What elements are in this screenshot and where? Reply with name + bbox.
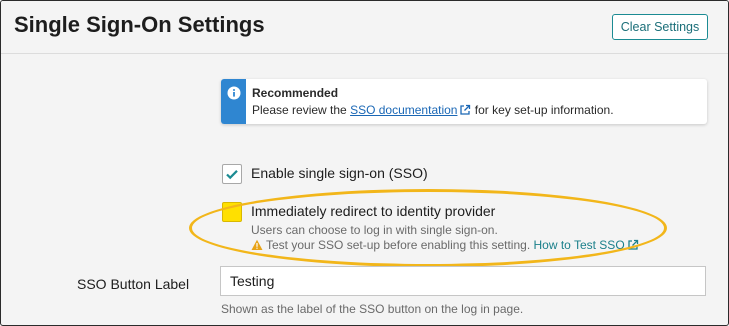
notice-accent-bar <box>221 79 246 124</box>
sso-button-label-input[interactable] <box>220 266 706 296</box>
page-title: Single Sign-On Settings <box>14 12 265 37</box>
recommended-notice: Recommended Please review the SSO docume… <box>221 79 707 124</box>
page-header: Single Sign-On Settings Clear Settings <box>1 1 728 54</box>
checkmark-icon <box>226 170 238 180</box>
how-to-test-sso-link[interactable]: How to Test SSO <box>534 238 625 252</box>
notice-text-before: Please review the <box>252 103 351 117</box>
notice-title: Recommended <box>252 86 339 100</box>
redirect-idp-checkbox[interactable] <box>222 202 242 222</box>
sso-documentation-link[interactable]: SSO documentation <box>350 103 457 117</box>
external-link-icon <box>460 104 471 115</box>
info-icon <box>227 86 241 100</box>
notice-text-after: for key set-up information. <box>471 103 614 117</box>
redirect-idp-label: Immediately redirect to identity provide… <box>251 203 496 219</box>
redirect-warning: Test your SSO set-up before enabling thi… <box>251 238 639 252</box>
external-link-icon <box>628 239 638 250</box>
notice-text: Please review the SSO documentation for … <box>252 103 614 117</box>
clear-settings-button[interactable]: Clear Settings <box>612 14 708 40</box>
warning-text: Test your SSO set-up before enabling thi… <box>266 238 531 252</box>
settings-panel: Single Sign-On Settings Clear Settings R… <box>0 0 729 326</box>
warning-icon <box>251 239 263 250</box>
enable-sso-checkbox[interactable] <box>222 164 242 184</box>
sso-button-label-help: Shown as the label of the SSO button on … <box>221 302 524 316</box>
redirect-help-text: Users can choose to log in with single s… <box>251 223 498 237</box>
sso-button-label-label: SSO Button Label <box>77 276 190 292</box>
enable-sso-label: Enable single sign-on (SSO) <box>251 165 428 181</box>
